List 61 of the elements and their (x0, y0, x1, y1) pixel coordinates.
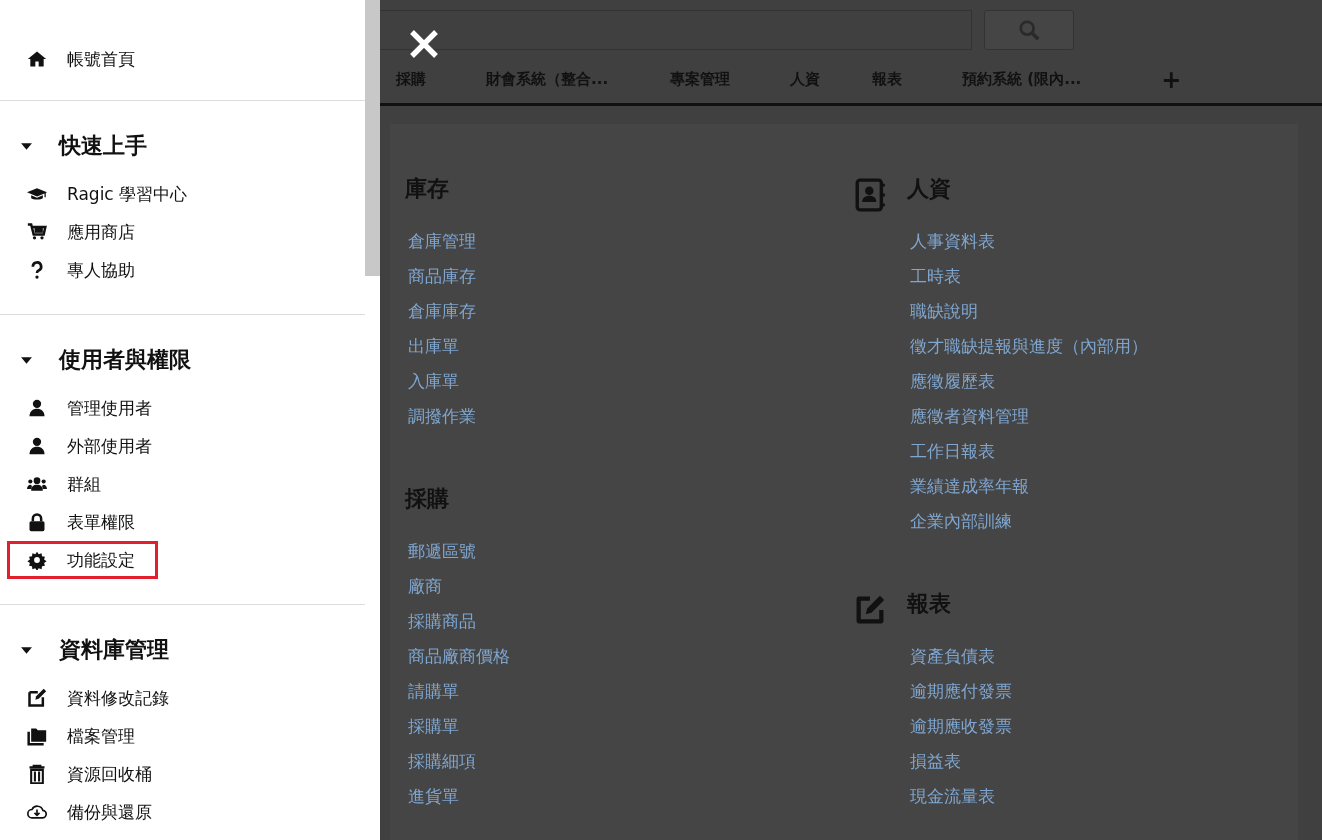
sheet-link[interactable]: 郵遞區號 (405, 534, 476, 569)
lock-icon (27, 512, 47, 532)
sheet-link[interactable]: 請購單 (405, 674, 459, 709)
settings-icon (27, 550, 47, 570)
sheet-link[interactable]: 入庫單 (405, 364, 459, 399)
sheet-link[interactable]: 應徵履歷表 (907, 364, 995, 399)
folder-icon (27, 726, 47, 746)
sheet-link[interactable]: 廠商 (405, 569, 442, 604)
sheet-link[interactable]: 人事資料表 (907, 224, 995, 259)
sidebar-item[interactable]: 資料修改記錄 (0, 679, 192, 717)
sheet-link[interactable]: 逾期應付發票 (907, 674, 1012, 709)
trash-icon (27, 764, 47, 784)
sheet-link[interactable]: 調撥作業 (405, 399, 476, 434)
home-icon (27, 49, 47, 69)
section-header[interactable]: 資料庫管理 (0, 637, 169, 679)
user-icon (27, 398, 47, 418)
sheet-link[interactable]: 企業內部訓練 (907, 504, 1012, 539)
edit-icon (27, 688, 47, 708)
sidebar-item[interactable]: 外部使用者 (0, 427, 175, 465)
sheet-link[interactable]: 採購細項 (405, 744, 476, 779)
sheet-link[interactable]: 應徵者資料管理 (907, 399, 1029, 434)
sidebar-item[interactable]: 帳號首頁 (0, 40, 158, 78)
section-header[interactable]: 快速上手 (0, 133, 147, 175)
sidebar-item[interactable]: 檔案管理 (0, 717, 158, 755)
search-button[interactable] (984, 10, 1074, 50)
sheet-link[interactable]: 徵才職缺提報與進度（內部用） (907, 329, 1148, 364)
sidebar-item[interactable]: 資源回收桶 (0, 755, 175, 793)
sheet-link[interactable]: 採購單 (405, 709, 459, 744)
sheet-link[interactable]: 損益表 (907, 744, 961, 779)
scrollbar-thumb[interactable] (365, 0, 380, 276)
sheet-link[interactable]: 倉庫管理 (405, 224, 476, 259)
users-icon (27, 474, 47, 494)
sheet-link[interactable]: 工時表 (907, 259, 961, 294)
close-icon (408, 28, 440, 60)
sidebar-item[interactable]: Ragic 學習中心 (0, 175, 211, 213)
sheet-link[interactable]: 倉庫庫存 (405, 294, 476, 329)
sidebar-item[interactable]: 備份與還原 (0, 793, 175, 831)
sidebar-item[interactable]: 應用商店 (0, 213, 158, 251)
sheet-link[interactable]: 進貨單 (405, 779, 459, 814)
sheet-link[interactable]: 採購商品 (405, 604, 476, 639)
shopping-cart-icon (27, 222, 47, 242)
sheet-link[interactable]: 工作日報表 (907, 434, 995, 469)
cloud-download-icon (27, 802, 47, 822)
user-icon (27, 436, 47, 456)
search-field[interactable] (380, 10, 972, 50)
sheet-link[interactable]: 商品庫存 (405, 259, 476, 294)
sheet-link[interactable]: 職缺說明 (907, 294, 978, 329)
sheet-link[interactable]: 現金流量表 (907, 779, 995, 814)
section-header[interactable]: 使用者與權限 (0, 347, 191, 389)
sidebar-item[interactable]: 專人協助 (0, 251, 158, 289)
sheet-link[interactable]: 業績達成率年報 (907, 469, 1029, 504)
address-book-icon (853, 178, 887, 212)
sidebar-item[interactable]: 群組 (0, 465, 124, 503)
sidebar-item[interactable]: 功能設定 (7, 541, 158, 579)
sidebar-item[interactable]: 表單權限 (0, 503, 158, 541)
sheet-link[interactable]: 逾期應收發票 (907, 709, 1012, 744)
sheet-link[interactable]: 資產負債表 (907, 639, 995, 674)
search-icon (1018, 19, 1040, 41)
sidebar-item[interactable]: 管理使用者 (0, 389, 175, 427)
sheet-link[interactable]: 出庫單 (405, 329, 459, 364)
sheet-link[interactable]: 商品廠商價格 (405, 639, 510, 674)
